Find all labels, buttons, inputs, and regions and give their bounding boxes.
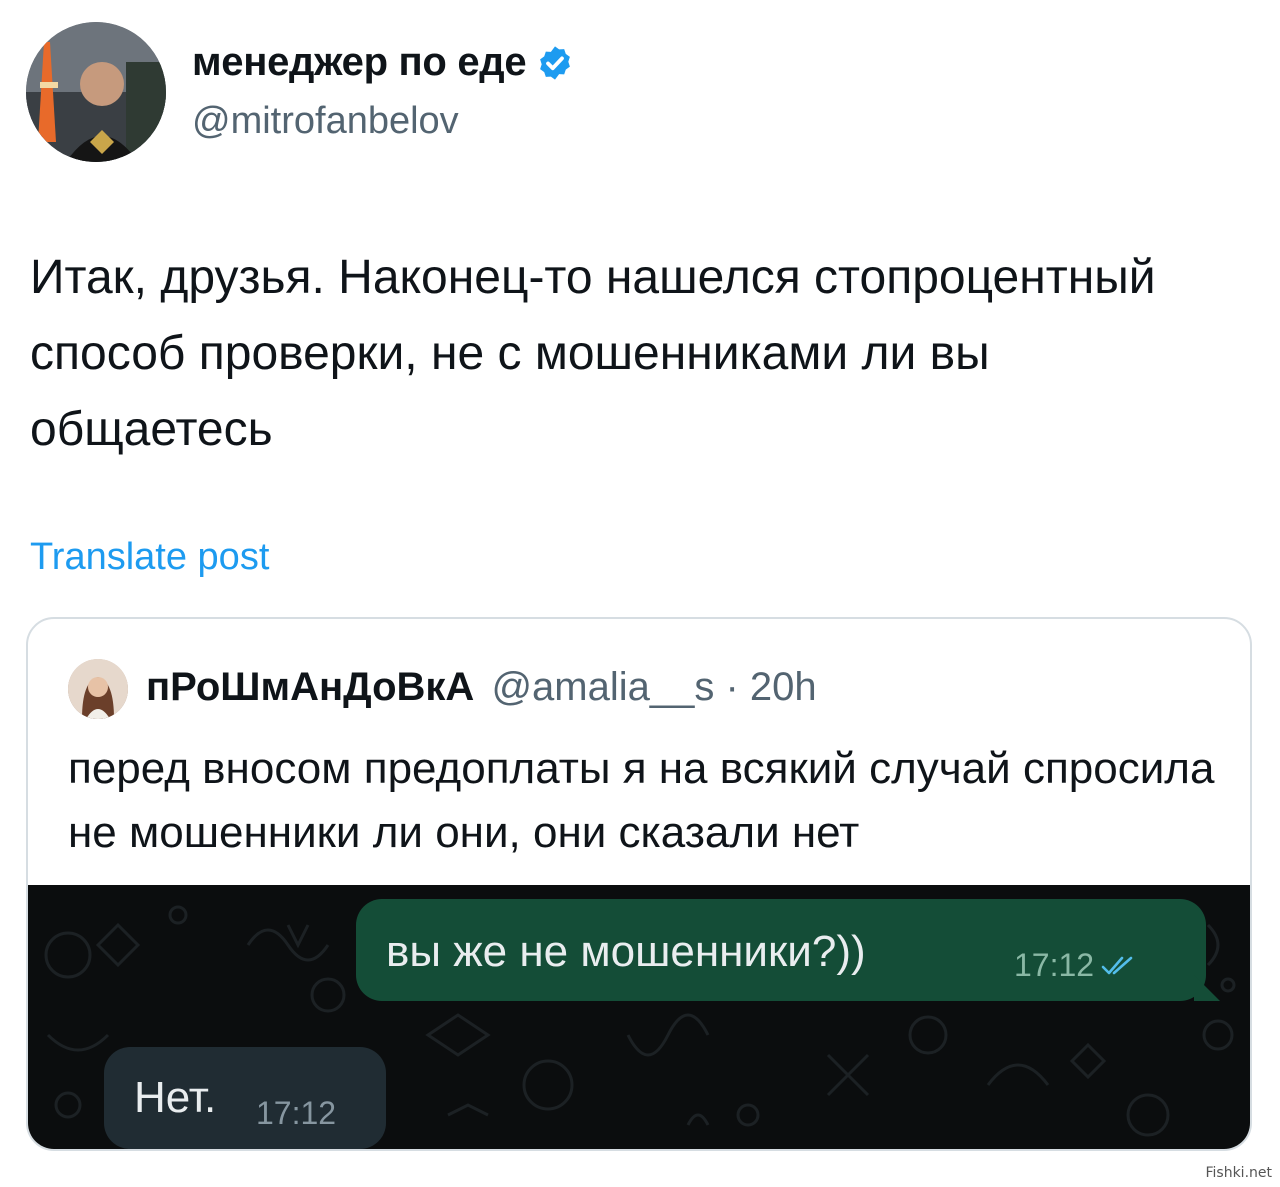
author-name-text: менеджер по еде xyxy=(192,40,527,84)
outgoing-message-time: 17:12 xyxy=(1014,947,1095,983)
author-avatar[interactable] xyxy=(26,22,166,162)
read-double-check-icon xyxy=(1101,956,1133,974)
author-handle[interactable]: @mitrofanbelov xyxy=(192,100,459,143)
post-text: Итак, друзья. Наконец-то нашелся стопроц… xyxy=(30,251,1156,456)
outgoing-message-bubble: вы же не мошенники?)) 17:12 xyxy=(356,899,1220,1001)
incoming-message-time: 17:12 xyxy=(256,1095,337,1131)
watermark: Fishki.net xyxy=(1205,1165,1272,1181)
incoming-message-text: Нет. xyxy=(134,1073,217,1122)
quoted-author-avatar[interactable] xyxy=(68,659,128,719)
incoming-message-bubble: Нет. 17:12 xyxy=(104,1047,386,1149)
quoted-author-name[interactable]: пРоШмАнДоВкА xyxy=(146,665,474,709)
quoted-post-card[interactable]: пРоШмАнДоВкА @amalia__s · 20h перед внос… xyxy=(26,617,1252,1151)
outgoing-message-meta: 17:12 xyxy=(1014,947,1140,984)
author-display-name[interactable]: менеджер по еде xyxy=(192,40,574,85)
chat-screenshot-image: вы же не мошенники?)) 17:12 Нет. 17:12 xyxy=(28,885,1250,1149)
tweet-screenshot: менеджер по еде @mitrofanbelov Итак, дру… xyxy=(0,0,1280,1187)
quoted-author-meta: @amalia__s · 20h xyxy=(491,665,817,709)
quoted-post-text: перед вносом предоплаты я на всякий случ… xyxy=(68,744,1215,857)
translate-post-link[interactable]: Translate post xyxy=(30,536,269,579)
outgoing-message-text: вы же не мошенники?)) xyxy=(386,927,866,976)
quoted-post-header: пРоШмАнДоВкА @amalia__s · 20h xyxy=(146,665,817,710)
verified-badge-icon xyxy=(540,45,571,80)
